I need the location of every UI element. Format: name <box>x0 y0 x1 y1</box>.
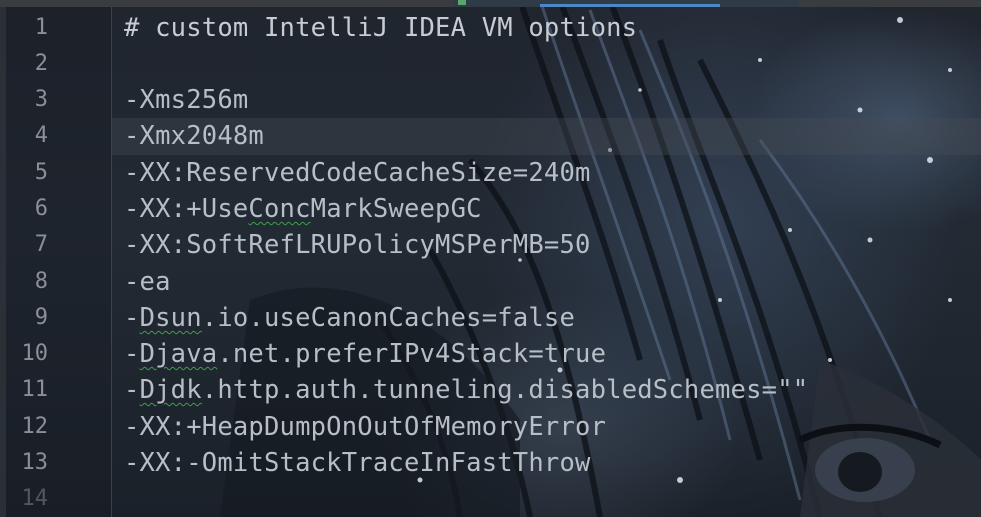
code-text: MarkSweepGC <box>310 194 482 224</box>
line-number: 7 <box>34 232 48 257</box>
code-text: -XX:+Use <box>124 194 249 224</box>
code-line-comment[interactable]: # custom IntelliJ IDEA VM options <box>124 10 637 46</box>
line-number: 2 <box>34 51 48 76</box>
line-number: 13 <box>21 450 49 475</box>
line-number: 9 <box>34 305 48 330</box>
spellcheck-typo[interactable]: Djdk <box>140 375 202 405</box>
line-number: 5 <box>34 160 48 185</box>
code-line[interactable]: -XX:-OmitStackTraceInFastThrow <box>124 445 591 481</box>
file-type-icon <box>458 0 466 5</box>
spellcheck-typo[interactable]: Conc <box>248 194 310 224</box>
line-number: 14 <box>21 486 49 511</box>
line-number: 8 <box>34 269 48 294</box>
code-line[interactable]: -XX:SoftRefLRUPolicyMSPerMB=50 <box>124 227 591 263</box>
line-number: 3 <box>34 87 48 112</box>
code-line[interactable]: -XX:+HeapDumpOnOutOfMemoryError <box>124 409 606 445</box>
active-tab-indicator <box>540 4 720 7</box>
gutter-divider <box>111 7 112 517</box>
line-number: 12 <box>21 414 49 439</box>
line-number: 4 <box>34 123 48 148</box>
code-text: .net.preferIPv4Stack=true <box>217 339 607 369</box>
spellcheck-typo[interactable]: Djava <box>140 339 218 369</box>
code-line[interactable]: -ea <box>124 264 171 300</box>
code-text: - <box>124 375 140 405</box>
code-line[interactable]: -Dsun.io.useCanonCaches=false <box>124 300 575 336</box>
line-number: 11 <box>21 377 49 402</box>
code-line[interactable]: -Xmx2048m <box>124 118 264 154</box>
line-number: 1 <box>34 15 48 40</box>
code-text: - <box>124 303 140 333</box>
spellcheck-typo[interactable]: Dsun <box>140 303 202 333</box>
line-number: 6 <box>34 196 48 221</box>
code-line[interactable]: -Djdk.http.auth.tunneling.disabledScheme… <box>124 372 808 408</box>
code-text: - <box>124 339 140 369</box>
code-line[interactable]: -Djava.net.preferIPv4Stack=true <box>124 336 606 372</box>
editor-tab-strip <box>0 0 981 7</box>
code-line[interactable]: -Xms256m <box>124 82 248 118</box>
line-number: 10 <box>21 341 49 366</box>
code-line[interactable]: -XX:ReservedCodeCacheSize=240m <box>124 155 591 191</box>
code-line[interactable]: -XX:+UseConcMarkSweepGC <box>124 191 482 227</box>
code-text: .http.auth.tunneling.disabledSchemes="" <box>201 375 809 405</box>
code-text: .io.useCanonCaches=false <box>201 303 576 333</box>
